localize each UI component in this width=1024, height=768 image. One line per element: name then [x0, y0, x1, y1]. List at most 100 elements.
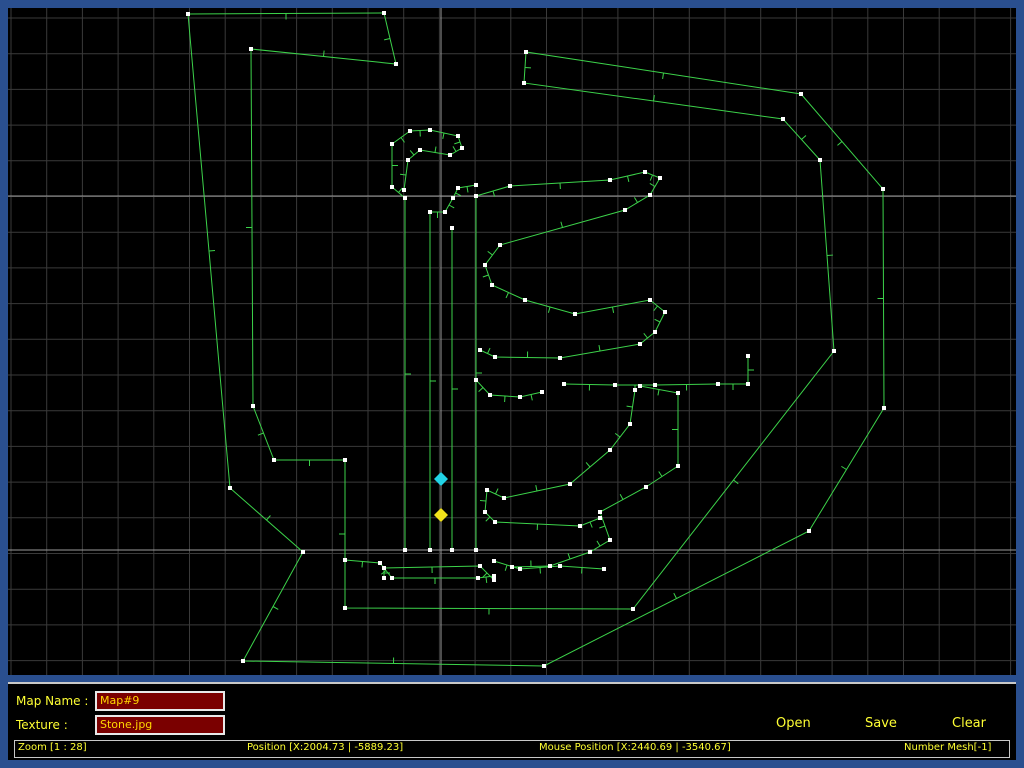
- vertex-handle: [548, 564, 552, 568]
- start-marker-icon[interactable]: [434, 472, 448, 486]
- edge-normal-tick: [505, 292, 509, 299]
- edge-normal-tick: [442, 132, 445, 139]
- vertex-handle: [881, 187, 885, 191]
- vertex-handle: [492, 578, 496, 582]
- vertex-handle: [648, 193, 652, 197]
- vertex-handle: [241, 659, 245, 663]
- vertex-handle: [251, 404, 255, 408]
- vertex-handle: [451, 196, 455, 200]
- position-readout: Position [X:2004.73 | -5889.23]: [247, 742, 404, 753]
- clear-button[interactable]: Clear: [952, 716, 986, 731]
- edge-normal-tick: [627, 175, 630, 182]
- vertex-handle: [474, 548, 478, 552]
- edge-normal-tick: [841, 465, 847, 470]
- vertex-handle: [832, 349, 836, 353]
- map-name-field[interactable]: Map#9: [95, 691, 225, 711]
- vertex-handle: [492, 559, 496, 563]
- map-canvas-area[interactable]: [8, 8, 1016, 675]
- vertex-handle: [638, 384, 642, 388]
- edge-normal-tick: [530, 394, 533, 401]
- edge-normal-tick: [801, 135, 807, 140]
- mesh-edge: [563, 356, 749, 386]
- edge-normal-tick: [649, 174, 653, 181]
- vertex-handle: [343, 558, 347, 562]
- number-mesh-readout: Number Mesh[-1]: [904, 742, 992, 753]
- edge-normal-tick: [547, 306, 551, 313]
- edge-normal-tick: [658, 471, 663, 477]
- vertex-handle: [483, 263, 487, 267]
- vertex-handle: [249, 47, 253, 51]
- edge-normal-tick: [599, 525, 606, 529]
- vertex-handle: [474, 183, 478, 187]
- vertex-handle: [498, 243, 502, 247]
- vertex-handle: [643, 170, 647, 174]
- edge-normal-tick: [208, 249, 216, 252]
- edge-normal-tick: [626, 405, 633, 408]
- vertex-handle: [456, 134, 460, 138]
- edge-normal-tick: [598, 345, 601, 352]
- vertex-handle: [493, 355, 497, 359]
- vertex-handle: [272, 458, 276, 462]
- vertex-handle: [781, 117, 785, 121]
- vertex-handle: [378, 561, 382, 565]
- grid-lines: [8, 8, 1016, 675]
- vertex-handle: [301, 550, 305, 554]
- texture-label: Texture :: [16, 718, 68, 732]
- vertex-handle: [403, 548, 407, 552]
- vertex-handle: [488, 393, 492, 397]
- vertex-handle: [746, 382, 750, 386]
- edge-normal-tick: [448, 204, 455, 209]
- zoom-readout: Zoom [1 : 28]: [18, 742, 87, 753]
- edge-normal-tick: [452, 146, 457, 152]
- vertex-handle: [456, 186, 460, 190]
- vertex-handle: [485, 488, 489, 492]
- vertex-handle: [483, 510, 487, 514]
- edge-normal-tick: [434, 146, 437, 153]
- save-button[interactable]: Save: [865, 716, 897, 731]
- vertex-handle: [716, 382, 720, 386]
- vertex-handle: [478, 564, 482, 568]
- vertex-handle: [406, 158, 410, 162]
- vertex-handle: [474, 378, 478, 382]
- vertex-handle: [523, 298, 527, 302]
- vertex-handle: [633, 388, 637, 392]
- vertex-handle: [522, 81, 526, 85]
- texture-field[interactable]: Stone.jpg: [95, 715, 225, 735]
- vertex-handle: [510, 565, 514, 569]
- vertex-handle: [490, 283, 494, 287]
- end-marker-icon[interactable]: [434, 508, 448, 522]
- edge-normal-tick: [589, 521, 593, 528]
- vertex-handle: [394, 62, 398, 66]
- edge-normal-tick: [633, 197, 638, 203]
- vertex-handle: [558, 564, 562, 568]
- edge-normal-tick: [399, 173, 407, 176]
- vertex-handle: [558, 356, 562, 360]
- edge-normal-tick: [409, 150, 415, 156]
- vertex-handle: [573, 312, 577, 316]
- vertex-handle: [608, 178, 612, 182]
- vertex-handle: [540, 390, 544, 394]
- vertex-handle: [638, 342, 642, 346]
- edge-normal-tick: [649, 183, 656, 187]
- vertex-handle: [476, 576, 480, 580]
- edge-normal-tick: [487, 347, 491, 354]
- vertex-handle: [382, 11, 386, 15]
- vertex-handle: [474, 194, 478, 198]
- map-name-label: Map Name :: [16, 694, 89, 708]
- edge-normal-tick: [487, 250, 493, 256]
- edge-normal-tick: [384, 38, 391, 41]
- edge-normal-tick: [643, 333, 648, 339]
- edge-normal-tick: [837, 141, 843, 146]
- vertex-handle: [588, 550, 592, 554]
- edge-normal-tick: [567, 553, 571, 560]
- vertex-handle: [568, 482, 572, 486]
- open-button[interactable]: Open: [776, 716, 811, 731]
- mesh-edge: [344, 559, 495, 579]
- edge-normal-tick: [596, 540, 601, 547]
- map-editor-canvas[interactable]: [8, 8, 1016, 675]
- mesh-edge: [475, 171, 666, 550]
- vertex-handle: [418, 148, 422, 152]
- bottom-panel: Map Name : Map#9 Texture : Stone.jpg Ope…: [8, 682, 1016, 760]
- vertex-handle: [807, 529, 811, 533]
- vertex-handle: [186, 12, 190, 16]
